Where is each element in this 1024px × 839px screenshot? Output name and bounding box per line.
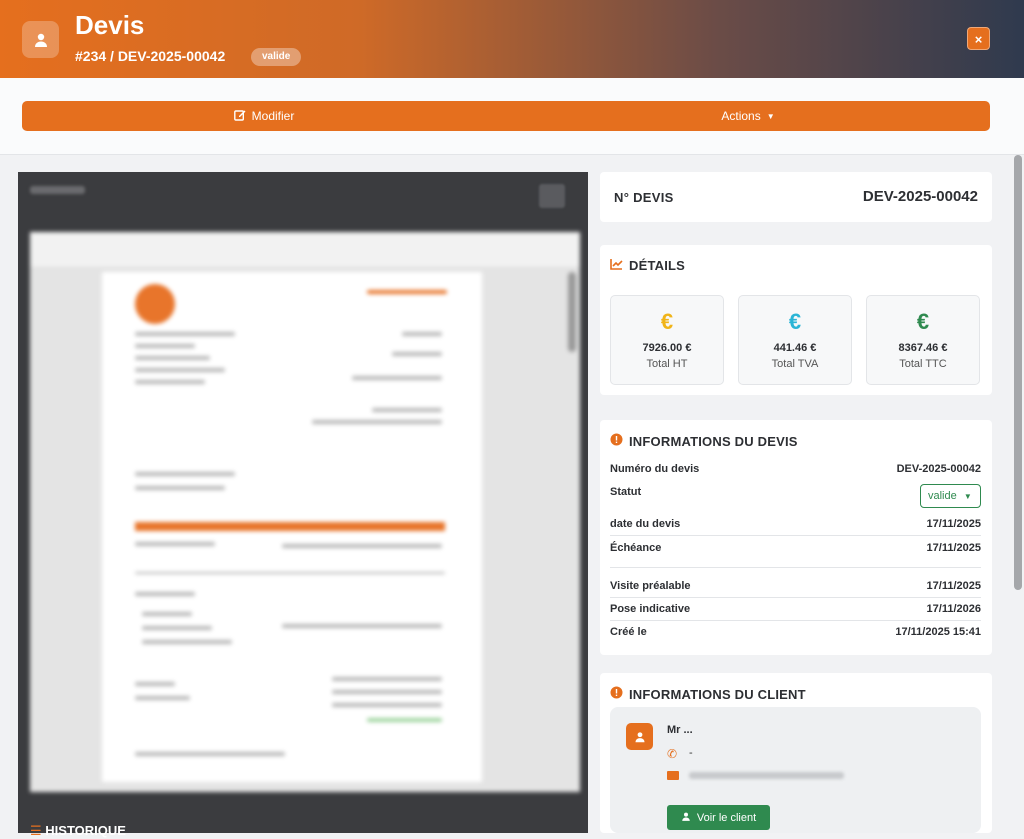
quote-number-value: DEV-2025-00042 <box>862 188 978 205</box>
pdf-viewer-toolbar[interactable] <box>30 232 580 268</box>
stat-total-tva: € 441.46 € Total TVA <box>738 295 852 385</box>
client-name: Mr ... <box>667 724 693 736</box>
info-circle-icon <box>610 686 623 702</box>
quote-info-card: INFORMATIONS DU DEVIS Numéro du devis DE… <box>600 420 992 655</box>
view-client-button[interactable]: Voir le client <box>667 805 770 830</box>
euro-icon: € <box>916 309 930 334</box>
euro-icon: € <box>788 309 802 334</box>
user-icon <box>681 811 691 825</box>
quote-number-card: N° DEVIS DEV-2025-00042 <box>600 172 992 222</box>
actions-dropdown[interactable]: Actions ▼ <box>506 101 990 131</box>
info-row-pose: Pose indicative 17/11/2026 <box>610 599 981 621</box>
page-title: Devis <box>75 10 145 40</box>
stat-total-ht: € 7926.00 € Total HT <box>610 295 724 385</box>
preview-label <box>30 186 85 194</box>
client-phone: - <box>689 747 693 759</box>
caret-down-icon: ▼ <box>766 111 775 121</box>
table-header-band <box>135 522 445 531</box>
quote-info-title: INFORMATIONS DU DEVIS <box>610 433 798 449</box>
pdf-viewer[interactable] <box>30 232 580 792</box>
user-icon <box>626 723 653 750</box>
expand-icon[interactable] <box>539 184 565 208</box>
company-logo <box>135 284 175 324</box>
client-info-card: INFORMATIONS DU CLIENT Mr ... ✆ - Voir l… <box>600 673 992 833</box>
modal-header: Devis #234 / DEV-2025-00042 valide × <box>0 0 1024 78</box>
edit-button[interactable]: Modifier <box>22 101 506 131</box>
stat-value: 8367.46 € <box>898 342 948 354</box>
toolbar-area: Modifier Actions ▼ <box>0 78 1024 155</box>
document-preview-panel[interactable]: ☰ HISTORIQUE <box>18 172 588 838</box>
euro-icon: € <box>660 309 674 334</box>
chart-line-icon <box>610 258 623 273</box>
stat-total-ttc: € 8367.46 € Total TTC <box>866 295 980 385</box>
status-badge: valide <box>251 48 302 66</box>
edit-button-label: Modifier <box>251 109 295 123</box>
quote-number-label: N° DEVIS <box>614 190 674 205</box>
actions-label: Actions <box>721 109 761 123</box>
edit-icon <box>233 109 246 124</box>
info-circle-icon <box>610 433 623 449</box>
user-icon <box>22 21 59 58</box>
phone-icon: ✆ <box>667 747 678 761</box>
history-section-title: ☰ HISTORIQUE <box>30 823 126 838</box>
info-row-echeance: Échéance 17/11/2025 <box>610 538 981 568</box>
client-email-redacted <box>689 772 844 779</box>
details-card: DÉTAILS € 7926.00 € Total HT € 441.46 € … <box>600 245 992 395</box>
close-button[interactable]: × <box>967 27 990 50</box>
status-select[interactable]: valide ▼ <box>920 484 981 508</box>
pdf-page <box>102 272 482 782</box>
stat-value: 7926.00 € <box>642 342 692 354</box>
info-row-date: date du devis 17/11/2025 <box>610 514 981 536</box>
quote-reference: #234 / DEV-2025-00042 <box>75 48 226 64</box>
pdf-scrollbar[interactable] <box>568 272 576 352</box>
info-row-cree: Créé le 17/11/2025 15:41 <box>610 626 981 638</box>
info-row-numero: Numéro du devis DEV-2025-00042 <box>610 463 981 475</box>
action-toolbar: Modifier Actions ▼ <box>22 101 990 131</box>
info-row-statut: Statut valide ▼ <box>610 484 981 516</box>
page-scrollbar[interactable] <box>1014 155 1022 590</box>
info-row-visite: Visite préalable 17/11/2025 <box>610 576 981 598</box>
client-info-title: INFORMATIONS DU CLIENT <box>610 686 806 702</box>
stat-label: Total TTC <box>899 358 947 370</box>
stat-value: 441.46 € <box>773 342 817 354</box>
list-icon: ☰ <box>30 823 42 838</box>
stat-label: Total HT <box>646 358 688 370</box>
envelope-icon <box>667 771 679 780</box>
stat-label: Total TVA <box>771 358 819 370</box>
details-title: DÉTAILS <box>610 258 685 273</box>
client-box: Mr ... ✆ - Voir le client <box>610 707 981 833</box>
caret-down-icon: ▼ <box>963 492 972 501</box>
